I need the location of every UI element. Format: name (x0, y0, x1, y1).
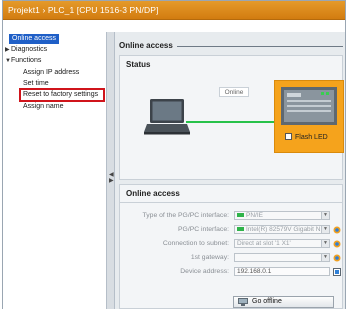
title-bar: Projekt1 › PLC_1 [CPU 1516-3 PN/DP] (3, 1, 345, 20)
flash-led-checkbox[interactable] (285, 133, 292, 140)
status-title: Status (126, 60, 151, 69)
content-area: Online access Status Online Flash LED On… (115, 32, 345, 309)
go-offline-icon (238, 298, 248, 306)
status-panel: Status Online Flash LED (119, 55, 344, 180)
online-access-title: Online access (126, 189, 180, 198)
nav-item-label: Functions (11, 57, 42, 64)
section-divider (177, 46, 343, 47)
chevron-down-icon[interactable]: ▼ (321, 254, 329, 261)
nav-item-label: Assign name (23, 103, 64, 110)
interface-type-label: Type of the PG/PC interface: (142, 212, 229, 219)
flash-led-label: Flash LED (295, 134, 328, 141)
gateway-status-icon (333, 254, 341, 262)
device-address-field[interactable]: 192.168.0.1 (234, 267, 330, 276)
online-access-panel: Online access Type of the PG/PC interfac… (119, 184, 343, 309)
device-address-value: 192.168.0.1 (237, 268, 272, 275)
pg-pc-laptop-icon (144, 99, 190, 135)
nav-item-label: Assign IP address (23, 69, 80, 76)
go-offline-button[interactable]: Go offline (233, 296, 334, 308)
nav-item-label: Reset to factory settings (23, 91, 99, 98)
nav-item-assign-ip-address[interactable]: Assign IP address (23, 68, 79, 78)
chevron-down-icon[interactable]: ▼ (321, 212, 329, 219)
splitter-grip-icon[interactable]: ◀ ▶ (109, 172, 114, 184)
go-offline-label: Go offline (252, 298, 282, 305)
nav-item-online-access[interactable]: Online access (9, 34, 59, 44)
flash-led-control[interactable]: Flash LED (285, 133, 328, 141)
inspector-window: Projekt1 › PLC_1 [CPU 1516-3 PN/DP] Onli… (2, 0, 346, 309)
nav-item-label: Diagnostics (11, 46, 48, 53)
pg-pc-interface-value: Intel(R) 82579V Gigabit N... (246, 226, 326, 233)
network-icon (237, 213, 244, 217)
subnet-connection-value: Direct at slot '1 X1' (237, 240, 291, 247)
gateway-select[interactable]: ▼ (234, 253, 330, 262)
nav-item-label: Online access (9, 34, 59, 44)
plc-cpu-icon (281, 87, 337, 125)
browse-address-icon[interactable] (333, 268, 341, 276)
plc-highlight: Flash LED (274, 80, 344, 153)
pg-pc-interface-select[interactable]: Intel(R) 82579V Gigabit N... ▼ (234, 225, 330, 234)
subnet-status-icon (333, 240, 341, 248)
nav-item-label: Set time (23, 80, 49, 87)
subnet-connection-select[interactable]: Direct at slot '1 X1' ▼ (234, 239, 330, 248)
panel-splitter[interactable]: ◀ ▶ (106, 32, 115, 309)
panel-divider (120, 202, 342, 203)
nav-item-set-time[interactable]: Set time (23, 79, 49, 89)
interface-type-select[interactable]: PN/IE ▼ (234, 211, 330, 220)
subnet-connection-label: Connection to subnet: (162, 240, 229, 247)
chevron-down-icon[interactable]: ▼ (321, 240, 329, 247)
gateway-label: 1st gateway: (190, 254, 229, 261)
connection-line (186, 121, 277, 123)
connection-status-label: Online (219, 87, 249, 97)
device-address-label: Device address: (180, 268, 229, 275)
interface-type-value: PN/IE (246, 212, 263, 219)
window-title: Projekt1 › PLC_1 [CPU 1516-3 PN/DP] (8, 5, 159, 15)
nav-item-functions[interactable]: ▼Functions (5, 56, 41, 66)
nav-item-assign-name[interactable]: Assign name (23, 102, 63, 112)
section-header: Online access (119, 41, 173, 50)
interface-status-icon (333, 226, 341, 234)
nic-icon (237, 227, 244, 231)
nav-item-diagnostics[interactable]: ▶Diagnostics (5, 45, 47, 55)
nav-item-reset-to-factory-settings[interactable]: Reset to factory settings (19, 88, 105, 102)
chevron-down-icon[interactable]: ▼ (321, 226, 329, 233)
pg-pc-interface-label: PG/PC interface: (178, 226, 229, 233)
navigation-tree: Online access ▶Diagnostics ▼Functions As… (3, 32, 106, 309)
